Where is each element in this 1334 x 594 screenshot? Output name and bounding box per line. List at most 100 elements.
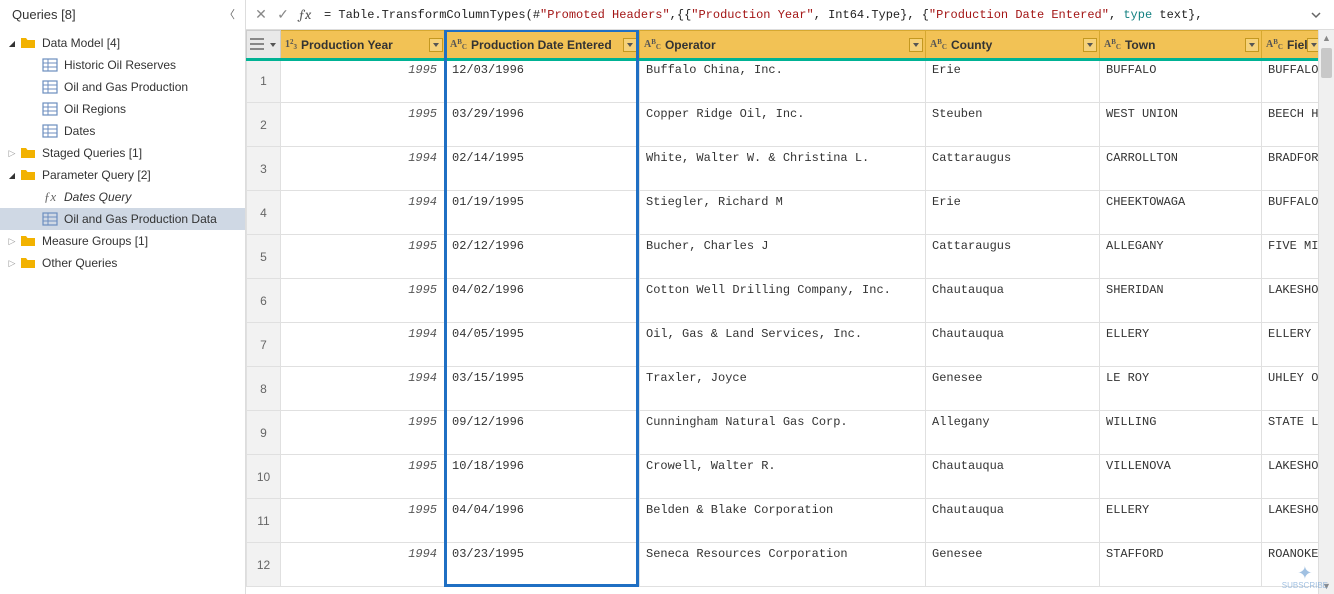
cell-town[interactable]: VILLENOVA [1100,455,1262,499]
cell-county[interactable]: Cattaraugus [926,235,1100,279]
cell-year[interactable]: 1994 [281,191,446,235]
column-header-op[interactable]: ABCOperator [640,31,926,59]
column-header-year[interactable]: 123Production Year [281,31,446,59]
cell-date[interactable]: 03/15/1995 [446,367,640,411]
cell-town[interactable]: ELLERY [1100,499,1262,543]
cell-field[interactable]: BRADFOR [1262,147,1319,191]
row-number[interactable]: 10 [247,455,281,499]
cell-date[interactable]: 04/02/1996 [446,279,640,323]
tree-table-item[interactable]: Oil and Gas Production [0,76,245,98]
cell-op[interactable]: Buffalo China, Inc. [640,59,926,103]
column-header-town[interactable]: ABCTown [1100,31,1262,59]
expand-formula-icon[interactable] [1306,5,1326,25]
cell-county[interactable]: Chautauqua [926,499,1100,543]
table-corner-cell[interactable] [247,31,281,59]
cell-year[interactable]: 1995 [281,59,446,103]
cell-field[interactable]: UHLEY O [1262,367,1319,411]
cell-op[interactable]: Stiegler, Richard M [640,191,926,235]
row-number[interactable]: 6 [247,279,281,323]
cancel-formula-icon[interactable]: ✕ [250,4,272,26]
cell-field[interactable]: FIVE MI [1262,235,1319,279]
row-number[interactable]: 5 [247,235,281,279]
cell-town[interactable]: LE ROY [1100,367,1262,411]
queries-tree[interactable]: ◢Data Model [4]Historic Oil ReservesOil … [0,28,245,594]
cell-op[interactable]: Crowell, Walter R. [640,455,926,499]
cell-town[interactable]: ELLERY [1100,323,1262,367]
cell-year[interactable]: 1995 [281,499,446,543]
cell-field[interactable]: ELLERY [1262,323,1319,367]
filter-dropdown-icon[interactable] [429,38,443,52]
dropdown-icon[interactable] [268,40,278,50]
column-header-field[interactable]: ABCField [1262,31,1319,59]
chevron-down-icon[interactable]: ◢ [6,171,18,180]
cell-date[interactable]: 04/04/1996 [446,499,640,543]
table-row[interactable]: 10199510/18/1996Crowell, Walter R.Chauta… [247,455,1319,499]
tree-table-item[interactable]: Oil Regions [0,98,245,120]
formula-text[interactable]: = Table.TransformColumnTypes(#"Promoted … [316,8,1306,22]
tree-table-item[interactable]: Dates [0,120,245,142]
cell-date[interactable]: 04/05/1995 [446,323,640,367]
tree-folder[interactable]: ◢Data Model [4] [0,32,245,54]
cell-date[interactable]: 02/14/1995 [446,147,640,191]
cell-county[interactable]: Erie [926,59,1100,103]
chevron-right-icon[interactable]: ▷ [6,148,18,159]
accept-formula-icon[interactable]: ✓ [272,4,294,26]
cell-year[interactable]: 1995 [281,411,446,455]
cell-date[interactable]: 09/12/1996 [446,411,640,455]
vertical-scrollbar[interactable]: ▲ ▼ [1318,30,1334,594]
cell-county[interactable]: Erie [926,191,1100,235]
cell-field[interactable]: LAKESHO [1262,455,1319,499]
cell-town[interactable]: SHERIDAN [1100,279,1262,323]
cell-date[interactable]: 03/29/1996 [446,103,640,147]
tree-folder[interactable]: ▷Other Queries [0,252,245,274]
row-number[interactable]: 4 [247,191,281,235]
table-row[interactable]: 6199504/02/1996Cotton Well Drilling Comp… [247,279,1319,323]
cell-date[interactable]: 01/19/1995 [446,191,640,235]
cell-county[interactable]: Cattaraugus [926,147,1100,191]
table-row[interactable]: 1199512/03/1996Buffalo China, Inc.ErieBU… [247,59,1319,103]
table-row[interactable]: 7199404/05/1995Oil, Gas & Land Services,… [247,323,1319,367]
filter-dropdown-icon[interactable] [623,38,637,52]
chevron-down-icon[interactable]: ◢ [6,39,18,48]
cell-county[interactable]: Chautauqua [926,323,1100,367]
cell-year[interactable]: 1995 [281,279,446,323]
filter-dropdown-icon[interactable] [1245,38,1259,52]
cell-op[interactable]: Cotton Well Drilling Company, Inc. [640,279,926,323]
cell-town[interactable]: STAFFORD [1100,543,1262,587]
table-row[interactable]: 5199502/12/1996Bucher, Charles JCattarau… [247,235,1319,279]
cell-year[interactable]: 1994 [281,367,446,411]
collapse-panel-icon[interactable]: 〈 [224,6,235,22]
tree-folder[interactable]: ▷Measure Groups [1] [0,230,245,252]
cell-county[interactable]: Chautauqua [926,455,1100,499]
data-table[interactable]: 123Production YearABCProduction Date Ent… [246,30,1318,587]
cell-op[interactable]: White, Walter W. & Christina L. [640,147,926,191]
cell-field[interactable]: BUFFALO [1262,59,1319,103]
scroll-thumb[interactable] [1321,48,1332,78]
cell-county[interactable]: Genesee [926,367,1100,411]
cell-county[interactable]: Chautauqua [926,279,1100,323]
fx-icon[interactable]: ƒx [294,4,316,26]
row-number[interactable]: 9 [247,411,281,455]
row-number[interactable]: 3 [247,147,281,191]
cell-town[interactable]: ALLEGANY [1100,235,1262,279]
cell-op[interactable]: Belden & Blake Corporation [640,499,926,543]
tree-fx-item[interactable]: ƒxDates Query [0,186,245,208]
cell-year[interactable]: 1994 [281,147,446,191]
row-number[interactable]: 11 [247,499,281,543]
cell-op[interactable]: Traxler, Joyce [640,367,926,411]
row-number[interactable]: 7 [247,323,281,367]
cell-year[interactable]: 1994 [281,543,446,587]
cell-field[interactable]: STATE L [1262,411,1319,455]
tree-folder[interactable]: ▷Staged Queries [1] [0,142,245,164]
filter-dropdown-icon[interactable] [1083,38,1097,52]
cell-county[interactable]: Genesee [926,543,1100,587]
row-number[interactable]: 12 [247,543,281,587]
cell-op[interactable]: Seneca Resources Corporation [640,543,926,587]
cell-year[interactable]: 1994 [281,323,446,367]
tree-table-item[interactable]: Historic Oil Reserves [0,54,245,76]
row-number[interactable]: 1 [247,59,281,103]
filter-dropdown-icon[interactable] [1307,38,1318,52]
cell-op[interactable]: Oil, Gas & Land Services, Inc. [640,323,926,367]
filter-dropdown-icon[interactable] [909,38,923,52]
table-row[interactable]: 12199403/23/1995Seneca Resources Corpora… [247,543,1319,587]
